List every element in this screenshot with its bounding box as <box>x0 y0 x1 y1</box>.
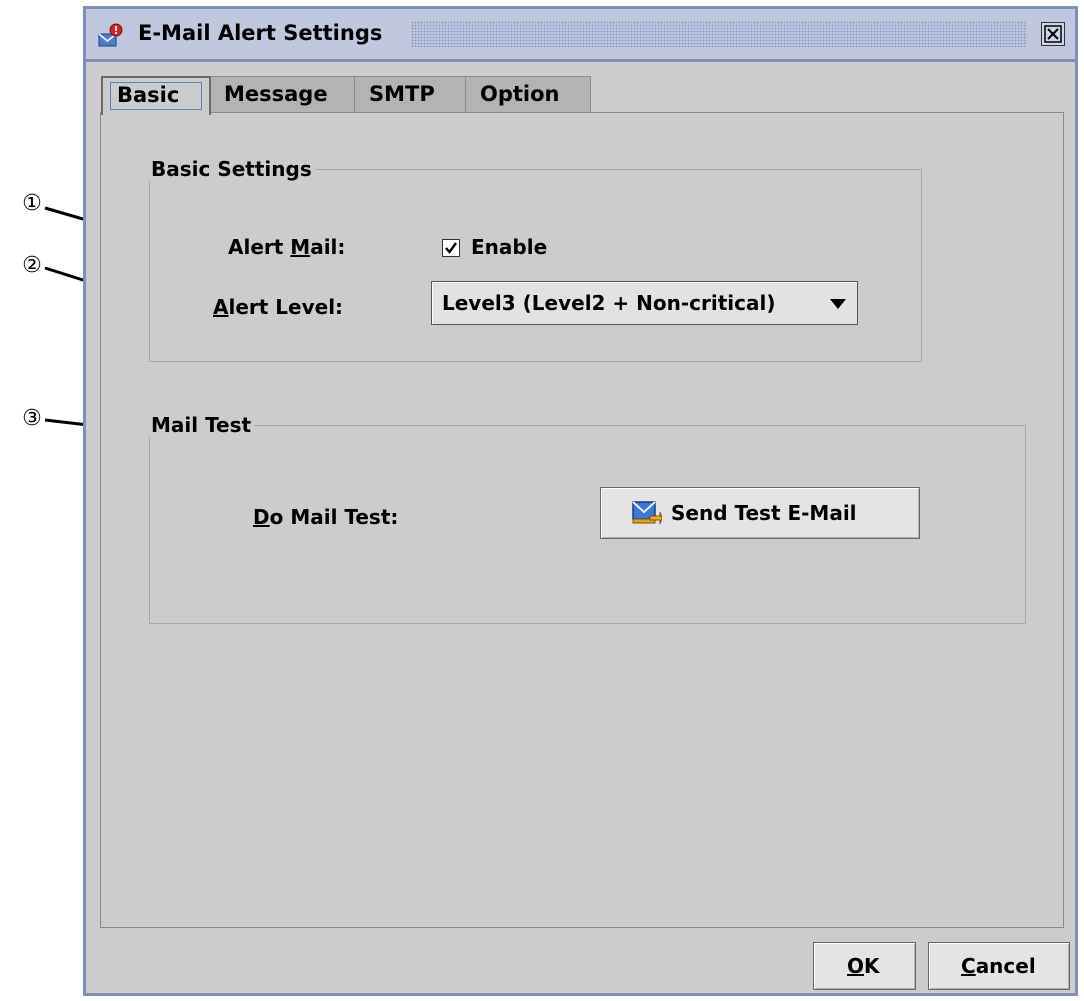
alert-mail-label-post: ail: <box>310 235 346 259</box>
callout-3: ③ <box>22 406 42 431</box>
send-mail-icon <box>632 500 663 531</box>
alert-level-select[interactable]: Level3 (Level2 + Non-critical) <box>431 281 858 325</box>
do-mail-test-mnemonic: D <box>253 505 270 529</box>
alert-mail-label-pre: Alert <box>228 235 291 259</box>
cancel-label-post: ancel <box>975 954 1036 978</box>
ok-button[interactable]: OK <box>813 942 916 990</box>
tab-smtp[interactable]: SMTP <box>354 76 466 113</box>
alert-level-selected-value: Level3 (Level2 + Non-critical) <box>442 291 776 315</box>
close-icon <box>1044 25 1062 43</box>
window-title: E-Mail Alert Settings <box>138 21 383 45</box>
dialog-window: E-Mail Alert Settings Basic Message SMTP… <box>83 6 1078 996</box>
basic-settings-legend: Basic Settings <box>151 157 312 181</box>
tab-option-label: Option <box>480 82 560 106</box>
cancel-button[interactable]: Cancel <box>928 942 1070 990</box>
tab-option[interactable]: Option <box>465 76 591 113</box>
enable-label[interactable]: Enable <box>471 235 547 259</box>
tab-message[interactable]: Message <box>209 76 355 113</box>
do-mail-test-label: Do Mail Test: <box>253 505 398 529</box>
basic-settings-group: Basic Settings <box>149 157 922 362</box>
checkmark-icon <box>445 242 457 254</box>
mail-test-legend: Mail Test <box>151 413 252 437</box>
callout-2: ② <box>22 253 42 278</box>
send-test-email-button[interactable]: Send Test E-Mail <box>600 487 920 539</box>
dialog-client-area: Basic Message SMTP Option Basic Settings… <box>86 62 1075 993</box>
tab-content-basic: Basic Settings Alert Mail: Enable Alert … <box>100 112 1064 928</box>
close-button[interactable] <box>1041 22 1065 46</box>
cancel-button-label: Cancel <box>961 954 1036 978</box>
tab-basic[interactable]: Basic <box>101 76 211 115</box>
title-bar-pattern <box>411 21 1027 47</box>
ok-label-post: K <box>864 954 880 978</box>
tab-message-label: Message <box>224 82 328 106</box>
alert-level-mnemonic: A <box>213 295 229 319</box>
mail-alert-icon <box>98 23 124 49</box>
callout-1: ① <box>22 191 42 216</box>
alert-mail-mnemonic: M <box>290 235 311 259</box>
do-mail-test-label-post: o Mail Test: <box>269 505 399 529</box>
tab-focus-ring <box>110 82 202 110</box>
ok-button-label: OK <box>847 954 880 978</box>
ok-mnemonic: O <box>847 954 865 978</box>
alert-level-label-post: lert Level: <box>228 295 344 319</box>
alert-mail-label: Alert Mail: <box>228 235 345 259</box>
cancel-mnemonic: C <box>961 954 976 978</box>
chevron-down-icon <box>830 299 846 309</box>
tab-smtp-label: SMTP <box>369 82 435 106</box>
alert-mail-enable-checkbox[interactable] <box>442 239 460 257</box>
alert-level-label: Alert Level: <box>213 295 343 319</box>
title-bar[interactable]: E-Mail Alert Settings <box>86 9 1075 59</box>
send-test-email-label: Send Test E-Mail <box>671 501 857 525</box>
